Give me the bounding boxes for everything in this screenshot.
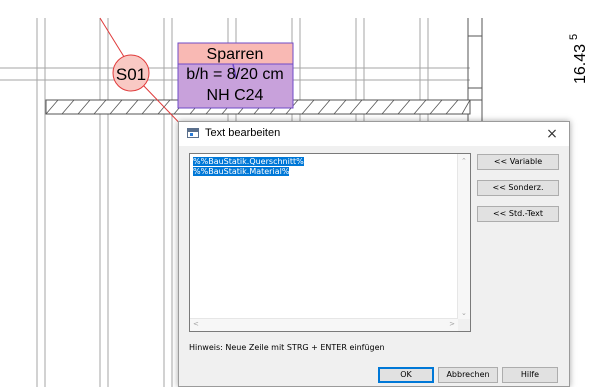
label-line-dimensions: b/h = 8/20 cm [186,66,283,83]
vertical-scrollbar[interactable]: ⌃ ⌄ [457,154,470,319]
beam-label-block[interactable]: Sparren b/h = 8/20 cm NH C24 [177,42,294,109]
help-button[interactable]: Hilfe [502,367,558,383]
scrollbar-corner [458,319,470,331]
dimension-label: 16.43 5 [568,34,589,84]
cancel-button[interactable]: Abbrechen [438,367,498,383]
scroll-down-icon[interactable]: ⌄ [461,308,467,318]
editor-line[interactable]: %%BauStatik.Material% [193,167,290,176]
label-line-material: NH C24 [207,87,264,104]
hint-text: Hinweis: Neue Zeile mit STRG + ENTER ein… [189,343,385,352]
window-icon [187,128,199,138]
dimension-value: 16.43 [572,44,589,84]
text-edit-dialog: Text bearbeiten × %%BauStatik.Querschnit… [178,121,570,387]
beam-marker-label: S01 [116,65,146,84]
insert-standard-text-button[interactable]: << Std.-Text [477,206,559,222]
insert-variable-button[interactable]: << Variable [477,154,559,170]
dialog-client-area: %%BauStatik.Querschnitt% %%BauStatik.Mat… [179,146,569,386]
text-editor[interactable]: %%BauStatik.Querschnitt% %%BauStatik.Mat… [189,153,471,332]
dialog-title: Text bearbeiten [205,127,281,139]
scroll-up-icon[interactable]: ⌃ [461,156,467,166]
ok-button[interactable]: OK [378,367,434,383]
label-line-name: Sparren [207,46,264,63]
scroll-left-icon[interactable]: < [193,319,199,329]
close-icon[interactable]: × [541,124,563,144]
horizontal-scrollbar[interactable]: < > [190,318,458,331]
insert-special-char-button[interactable]: << Sonderz. [477,180,559,196]
dimension-superscript: 5 [568,34,580,40]
dialog-titlebar[interactable]: Text bearbeiten × [179,122,569,146]
scroll-right-icon[interactable]: > [449,319,455,329]
editor-line[interactable]: %%BauStatik.Querschnitt% [193,157,304,166]
beam-marker[interactable]: S01 [112,54,150,92]
